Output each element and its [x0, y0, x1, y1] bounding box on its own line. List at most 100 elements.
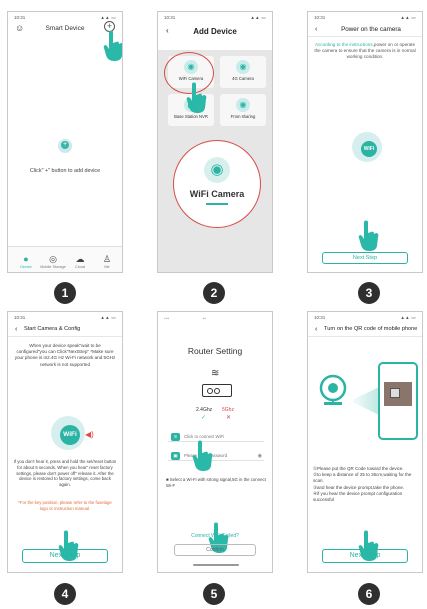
wifi-camera-icon: WiFi — [352, 132, 382, 162]
page-title: Start Camera & Config — [24, 326, 81, 332]
step-badge: 2 — [203, 282, 225, 304]
status-bar: 10:31 ▲▲ ▭ — [14, 315, 116, 323]
person-icon: ♙ — [102, 254, 112, 264]
center-add-button[interactable] — [58, 139, 72, 153]
step-badge: 3 — [358, 282, 380, 304]
home-indicator — [193, 564, 239, 566]
step-badge: 4 — [54, 583, 76, 605]
instruction-line: ④if you hear the device prompt configura… — [313, 490, 403, 503]
cross-icon: ✕ — [226, 415, 232, 421]
option-label: Base Station NVR — [174, 114, 208, 119]
instruction-highlight: According to the instructions, — [314, 42, 374, 47]
next-step-button[interactable]: Next Step — [22, 549, 108, 563]
step-badge: 1 — [54, 282, 76, 304]
signal-waves-icon: ≋ — [211, 368, 220, 379]
step-badge: 5 — [203, 583, 225, 605]
next-step-button[interactable]: Next Step — [322, 252, 408, 264]
page-title: Power on the camera — [341, 26, 401, 33]
reset-instructions: If you don't hear it, press and hold the… — [13, 459, 117, 488]
page-title: Add Device — [193, 27, 237, 36]
status-bar: 10:31 ▲▲ ▭ — [14, 15, 116, 23]
step-badge: 6 — [358, 583, 380, 605]
instruction-line: ③and hear the device prompt,take the pho… — [313, 484, 405, 490]
signal-icon: ▲▲ ▭ — [100, 315, 116, 320]
tutorial-sheet: 10:31▲▲ ▭ ☺ Smart Device + Click" +" but… — [0, 0, 427, 609]
freq-5ghz: 5Ghz — [222, 407, 234, 413]
status-time: 10:31 — [14, 15, 26, 20]
tab-label: Mobile Storage — [40, 265, 66, 269]
next-step-button[interactable]: Next Step — [322, 549, 408, 563]
password-field[interactable]: ▣Please input password◉ — [168, 451, 264, 461]
tap-hand-icon — [192, 440, 213, 471]
screenshot-step-1: 10:31▲▲ ▭ ☺ Smart Device + Click" +" but… — [7, 11, 123, 273]
key-position-note: *For the key position, please refer to t… — [18, 500, 112, 511]
underline — [206, 203, 228, 205]
instruction-text: When your device speak"wait to be config… — [14, 343, 116, 367]
router-icon — [202, 384, 232, 397]
tab-label: Me — [104, 265, 110, 269]
device-icon: ● — [23, 254, 29, 264]
option-from-sharing[interactable]: ◉ From sharing — [220, 94, 266, 126]
confirm-button[interactable]: Confirm — [174, 544, 256, 556]
freq-24ghz: 2.4Ghz — [196, 407, 213, 413]
share-icon: ◉ — [236, 98, 250, 112]
tab-cloud[interactable]: ☁ Cloud — [66, 254, 94, 269]
back-arrow-icon[interactable]: ‹ — [15, 326, 17, 333]
status-bar: ▪▪▪ ▪▪ — [164, 316, 207, 322]
option-label: From sharing — [230, 114, 256, 119]
divider — [308, 336, 422, 337]
screenshot-step-6: 10:31 ▲▲ ▭ ‹ Turn on the QR code of mobil… — [307, 311, 423, 573]
page-title: Router Setting — [187, 346, 243, 356]
status-bar: 10:31 ▲▲ ▭ — [314, 15, 416, 23]
scan-beam — [353, 387, 379, 415]
wifi-camera-icon: WiFi — [51, 416, 85, 450]
divider — [8, 336, 122, 337]
tap-hand-icon — [358, 220, 379, 251]
bottom-tab-bar: ● Device ◎ Mobile Storage ☁ Cloud ♙ Me — [8, 246, 122, 272]
signal-icon: ▲▲ ▭ — [400, 315, 416, 320]
wifi-icon: ≋ — [171, 433, 180, 441]
phone-qr-illustration — [378, 362, 418, 440]
speaker-icon: ◀) — [85, 430, 94, 439]
option-label: 4G Camera — [232, 76, 254, 81]
page-title: Turn on the QR code of mobile phone — [324, 326, 418, 332]
status-bar: 10:31 ▲▲ ▭ — [314, 315, 416, 323]
check-icon: ✓ — [201, 415, 207, 421]
eye-icon[interactable]: ◉ — [258, 451, 262, 461]
status-time: 10:31 — [14, 315, 26, 320]
status-bar: 10:31 ▲▲ ▭ — [164, 15, 266, 23]
field-text: Click to connect WiFi — [184, 434, 225, 439]
wifi-note: ■ Select a Wi-Fi with strong signal,5G i… — [166, 477, 266, 488]
option-4g-camera[interactable]: ◉ 4G Camera — [220, 56, 266, 88]
screenshot-step-3: 10:31 ▲▲ ▭ ‹ Power on the camera Accordin… — [307, 11, 423, 273]
camera-icon — [319, 374, 347, 405]
tab-label: Device — [20, 265, 32, 269]
qr-instructions: ①Please put the QR Code toward the devic… — [313, 466, 418, 503]
back-arrow-icon[interactable]: ‹ — [315, 26, 317, 33]
signal-icon: ▲▲ ▭ — [250, 15, 266, 20]
divider — [308, 36, 422, 37]
screenshot-step-5: ▪▪▪ ▪▪ Router Setting ≋ 2.4Ghz 5Ghz ✓ ✕ … — [157, 311, 273, 573]
tab-label: Cloud — [75, 265, 85, 269]
zoom-label: WiFi Camera — [189, 189, 245, 199]
signal-icon: ▲▲ ▭ — [400, 15, 416, 20]
back-arrow-icon[interactable]: ‹ — [315, 326, 317, 333]
tap-hand-icon — [186, 82, 207, 113]
status-time: 10:31 — [314, 15, 326, 20]
wifi-camera-icon: ◉ — [204, 157, 230, 183]
qr-code-icon — [390, 388, 400, 398]
tab-mobile-storage[interactable]: ◎ Mobile Storage — [39, 254, 67, 269]
instruction-text: According to the instructions,power on o… — [314, 42, 416, 61]
tab-device[interactable]: ● Device — [12, 254, 40, 269]
cloud-icon: ☁ — [75, 254, 85, 264]
zoomed-wifi-camera: ◉ WiFi Camera — [173, 140, 261, 228]
instruction-line: ②to keep a distance of 25 to 35cm,waitin… — [313, 472, 412, 484]
header: 10:31 ▲▲ ▭ ‹ Add Device — [158, 12, 272, 50]
wifi-select-field[interactable]: ≋ Click to connect WiFi — [168, 432, 264, 442]
status-time: 10:31 — [314, 315, 326, 320]
tab-me[interactable]: ♙ Me — [93, 254, 121, 269]
storage-icon: ◎ — [49, 254, 57, 264]
screenshot-step-2: 10:31 ▲▲ ▭ ‹ Add Device ◉ WiFi Camera ◉ 4G … — [157, 11, 273, 273]
status-time: 10:31 — [164, 15, 176, 20]
lock-icon: ▣ — [171, 452, 180, 460]
